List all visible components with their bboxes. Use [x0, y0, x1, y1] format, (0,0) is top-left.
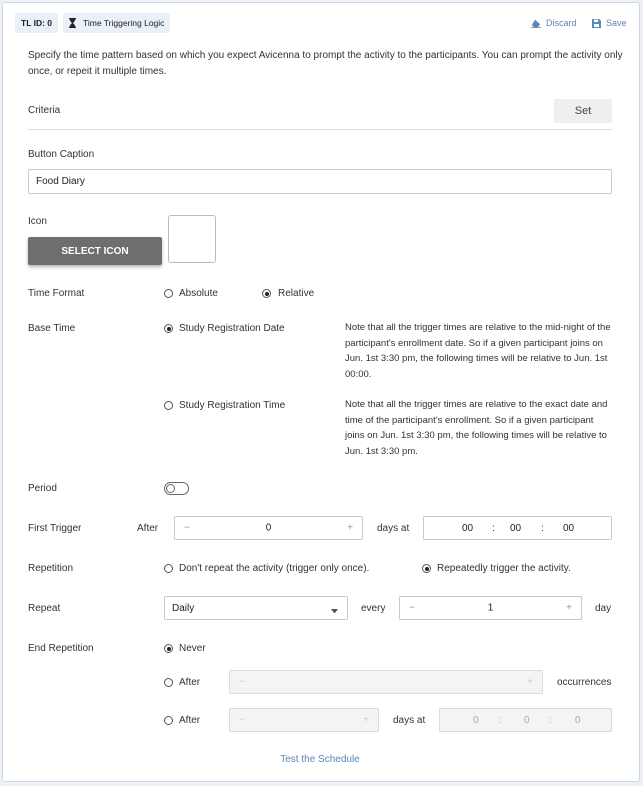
base-time-label: Base Time: [28, 323, 76, 334]
button-caption-input[interactable]: Food Diary: [28, 169, 612, 194]
occurrences-label: occurrences: [557, 677, 612, 688]
test-schedule-link[interactable]: Test the Schedule: [280, 754, 360, 765]
repeat-increment[interactable]: +: [566, 603, 572, 614]
criteria-divider: [28, 129, 612, 130]
page-title: Time Triggering Logic: [83, 18, 165, 28]
first-trigger-days-value: 0: [265, 522, 272, 534]
repeat-frequency-select[interactable]: Daily: [164, 596, 348, 620]
button-caption-label: Button Caption: [28, 149, 95, 160]
study-registration-time-label: Study Registration Time: [179, 400, 286, 411]
period-toggle[interactable]: [164, 482, 189, 495]
tl-id-label: TL ID: 0: [21, 18, 53, 28]
select-icon-button[interactable]: SELECT ICON: [28, 237, 162, 265]
time-format-label: Time Format: [28, 288, 85, 299]
criteria-set-label: Set: [574, 105, 592, 117]
first-trigger-days-stepper[interactable]: − 0 +: [174, 516, 363, 540]
first-trigger-increment[interactable]: +: [347, 523, 353, 534]
after-occurrences-radio[interactable]: [164, 678, 173, 687]
save-label: Save: [606, 18, 627, 28]
end-days-increment[interactable]: +: [363, 715, 369, 726]
never-radio[interactable]: [164, 644, 173, 653]
end-hours[interactable]: 0: [473, 715, 479, 726]
end-minutes[interactable]: 0: [524, 715, 530, 726]
after-occurrences-label: After: [179, 677, 201, 688]
relative-label: Relative: [278, 288, 315, 299]
icon-label: Icon: [28, 216, 47, 227]
eraser-icon: [531, 19, 541, 28]
occurrences-increment[interactable]: +: [527, 677, 533, 688]
icon-preview[interactable]: [168, 215, 216, 263]
title-chip: Time Triggering Logic: [63, 13, 171, 33]
test-schedule-link-wrap: Test the Schedule: [3, 754, 637, 765]
period-label: Period: [28, 483, 57, 494]
floppy-disk-icon: [592, 18, 601, 28]
hourglass-icon: [69, 18, 76, 28]
repeatedly-trigger-label: Repeatedly trigger the activity.: [437, 563, 571, 574]
repeat-interval-stepper[interactable]: − 1 +: [399, 596, 582, 620]
time-trigger-card: TL ID: 0 Time Triggering Logic Discard S…: [2, 2, 640, 782]
study-registration-time-radio[interactable]: [164, 401, 173, 410]
repeat-interval-value: 1: [487, 602, 494, 614]
criteria-set-button[interactable]: Set: [554, 99, 612, 123]
repeat-every-label: every: [361, 603, 386, 614]
occurrences-decrement[interactable]: −: [239, 677, 245, 688]
first-trigger-hours[interactable]: 00: [462, 523, 473, 534]
tl-id-chip: TL ID: 0: [15, 13, 59, 33]
repeatedly-trigger-radio[interactable]: [422, 564, 431, 573]
end-days-at-label: days at: [393, 715, 426, 726]
criteria-label: Criteria: [28, 105, 61, 116]
dont-repeat-label: Don't repeat the activity (trigger only …: [179, 563, 370, 574]
end-days-stepper[interactable]: − +: [229, 708, 379, 732]
first-trigger-seconds[interactable]: 00: [563, 523, 574, 534]
first-trigger-minutes[interactable]: 00: [510, 523, 521, 534]
time-separator: :: [541, 523, 544, 534]
end-time-input[interactable]: 0 : 0 : 0: [439, 708, 612, 732]
study-registration-date-radio[interactable]: [164, 324, 173, 333]
discard-label: Discard: [546, 18, 577, 28]
registration-time-note: Note that all the trigger times are rela…: [345, 399, 608, 457]
time-separator: :: [498, 715, 501, 726]
absolute-label: Absolute: [179, 288, 218, 299]
time-separator: :: [549, 715, 552, 726]
discard-button[interactable]: Discard: [531, 18, 577, 28]
repeat-unit-label: day: [595, 603, 612, 614]
time-separator: :: [492, 523, 495, 534]
first-trigger-label: First Trigger: [28, 523, 82, 534]
relative-radio[interactable]: [262, 289, 271, 298]
end-days-decrement[interactable]: −: [239, 715, 245, 726]
first-trigger-time-input[interactable]: 00 : 00 : 00: [423, 516, 612, 540]
dont-repeat-radio[interactable]: [164, 564, 173, 573]
occurrences-stepper[interactable]: − +: [229, 670, 543, 694]
never-label: Never: [179, 643, 206, 654]
first-trigger-after-label: After: [137, 523, 159, 534]
select-icon-label: SELECT ICON: [61, 245, 129, 257]
end-repetition-label: End Repetition: [28, 643, 94, 654]
study-registration-date-label: Study Registration Date: [179, 323, 285, 334]
end-seconds[interactable]: 0: [575, 715, 581, 726]
description-text: Specify the time pattern based on which …: [28, 50, 623, 77]
registration-date-note: Note that all the trigger times are rela…: [345, 322, 611, 380]
period-toggle-knob: [166, 484, 175, 493]
button-caption-value: Food Diary: [36, 176, 85, 187]
after-days-label: After: [179, 715, 201, 726]
repetition-label: Repetition: [28, 563, 74, 574]
first-trigger-days-at-label: days at: [377, 523, 410, 534]
after-days-radio[interactable]: [164, 716, 173, 725]
save-button[interactable]: Save: [592, 18, 627, 28]
repeat-label: Repeat: [28, 603, 61, 614]
absolute-radio[interactable]: [164, 289, 173, 298]
repeat-frequency-value: Daily: [172, 603, 195, 614]
caret-down-icon: [331, 606, 338, 617]
